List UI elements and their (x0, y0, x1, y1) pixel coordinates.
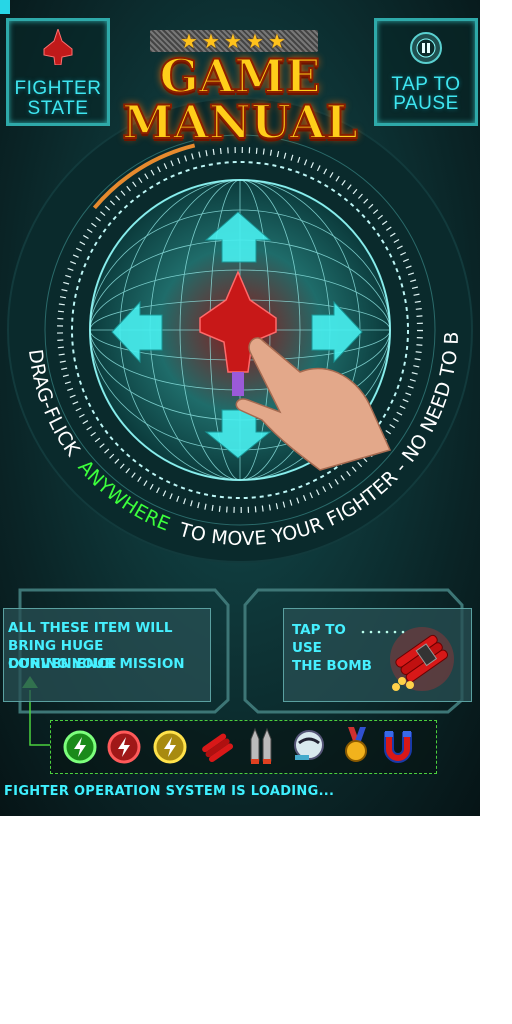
fighter-state-line1: FIGHTER (14, 78, 102, 99)
item-tray (50, 720, 437, 774)
bomb-line1: TAP TO (292, 622, 346, 638)
dynamite-icon[interactable] (201, 732, 234, 763)
pause-line1: TAP TO (391, 74, 461, 95)
red-power-icon[interactable] (107, 730, 141, 764)
fighter-state-button[interactable]: FIGHTER STATE (6, 18, 110, 126)
green-power-icon[interactable] (63, 730, 97, 764)
bomb-button[interactable]: TAP TO USE THE BOMB (283, 608, 472, 702)
shield-orb-icon[interactable] (294, 730, 324, 760)
fuse-dots (361, 630, 405, 634)
loading-status: FIGHTER OPERATION SYSTEM IS LOADING... (4, 784, 335, 799)
items-info-line3: DURING YOUR MISSION (8, 656, 185, 672)
pause-button[interactable]: TAP TO PAUSE (374, 18, 478, 126)
items-info-panel: ALL THESE ITEM WILL BRING HUGE CONVENIEN… (3, 608, 211, 702)
missiles-icon[interactable] (250, 727, 272, 764)
fighter-state-line2: STATE (27, 98, 89, 119)
bomb-line2: USE (292, 640, 322, 656)
items-info-line1: ALL THESE ITEM WILL (8, 620, 173, 636)
title-line2: MANUAL (121, 95, 358, 149)
yellow-power-icon[interactable] (153, 730, 187, 764)
game-manual-screen: DRAG-FLICK ANYWHERE TO MOVE YOUR FIGHTER… (0, 0, 480, 816)
corner-marker (0, 0, 10, 14)
medal-icon[interactable] (345, 727, 367, 762)
pause-icon (410, 32, 442, 64)
magnet-icon[interactable] (384, 731, 412, 763)
bomb-line3: THE BOMB (292, 658, 372, 674)
title-line1: GAME (159, 49, 322, 103)
pause-line2: PAUSE (393, 93, 459, 114)
fighter-jet-icon (43, 29, 73, 65)
